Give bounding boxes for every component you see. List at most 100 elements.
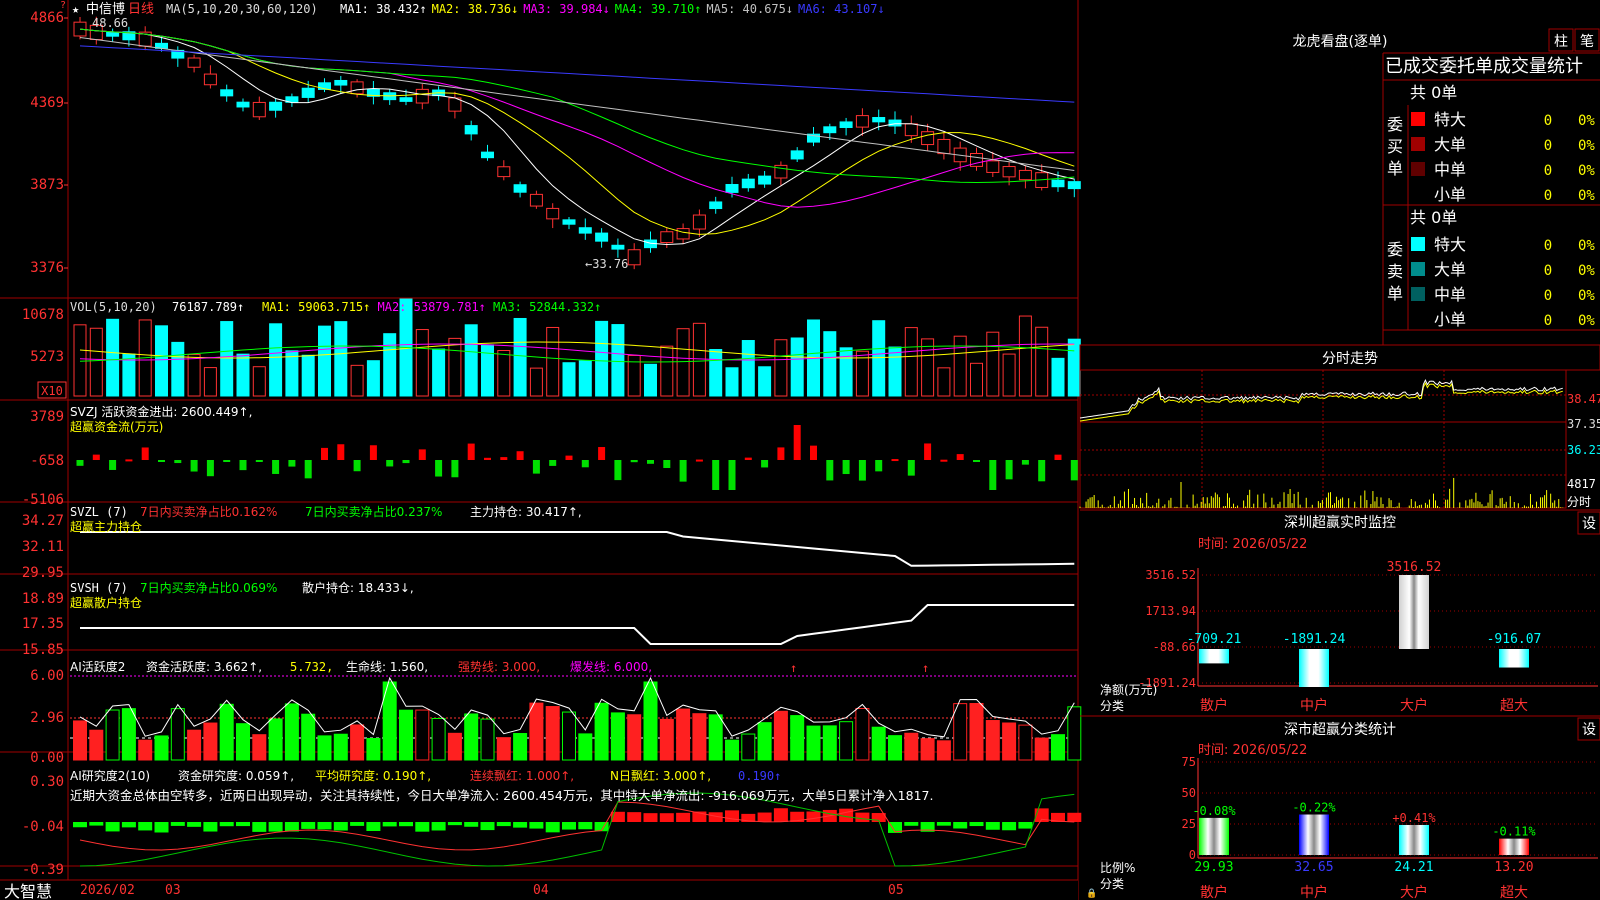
brand-label: 大智慧	[4, 882, 52, 900]
ma-value-5: MA5: 40.675↓	[706, 2, 793, 16]
sc-category-label: 大户	[1400, 884, 1428, 900]
activity-bar	[985, 720, 1000, 761]
activity-bar	[89, 729, 104, 761]
sc-ylabel: 比例%	[1100, 861, 1135, 875]
vol-value: 76187.789↑	[172, 300, 244, 314]
research-bar	[154, 822, 169, 833]
fund-flow-bar	[810, 445, 817, 460]
candle-body	[888, 119, 902, 127]
research-bar	[513, 822, 528, 828]
volume-bar	[774, 339, 788, 397]
candle-body	[611, 244, 625, 250]
volume-bar	[203, 367, 217, 397]
volume-bar	[415, 329, 429, 397]
vol-ma-value-1: MA1: 59063.715↑	[262, 300, 370, 314]
sell-order-row-count: 0	[1544, 263, 1552, 279]
research-bar	[447, 822, 462, 826]
buy-order-label-char: 委	[1387, 115, 1403, 134]
research-bar	[464, 822, 479, 827]
sell-order-row-name: 特大	[1434, 235, 1466, 254]
buy-order-color-swatch	[1411, 137, 1425, 151]
activity-bar	[464, 713, 479, 761]
buy-order-row-count: 0	[1544, 163, 1552, 179]
volume-bar	[823, 331, 837, 397]
sell-order-total: 共 0单	[1410, 208, 1457, 227]
activity-bar	[659, 718, 674, 761]
sc-axis-label: 50	[1182, 786, 1196, 800]
volume-bar	[155, 325, 168, 397]
research-bar	[562, 822, 576, 830]
research-bar	[627, 812, 642, 822]
buy-order-row-count: 0	[1544, 188, 1552, 204]
sc-bar-value: 13.20	[1494, 860, 1533, 875]
fund-flow-bar	[418, 449, 426, 460]
sz-time: 时间: 2026/05/22	[1198, 537, 1307, 552]
candle-body	[692, 214, 706, 230]
activity-bar	[154, 735, 169, 761]
sell-order-row-count: 0	[1544, 313, 1552, 329]
svzl-axis-label: 29.95	[22, 565, 64, 581]
candle-body	[790, 150, 804, 160]
sell-order-label-char: 单	[1387, 284, 1403, 303]
sell-order-row-pct: 0%	[1578, 313, 1595, 329]
sz-net-bar	[1399, 575, 1429, 650]
fund-flow-bar	[1038, 460, 1046, 482]
sell-order-row-name: 大单	[1434, 260, 1466, 279]
sz-net-bar	[1199, 649, 1229, 664]
activity-bar	[708, 714, 723, 761]
buy-order-color-swatch	[1411, 162, 1425, 176]
volume-bar	[301, 354, 315, 397]
research-bar	[855, 812, 870, 822]
fund-flow-bar	[1005, 460, 1013, 480]
activity-bar	[676, 708, 691, 761]
intraday-axis-label: 分时	[1567, 495, 1591, 509]
favorite-icon[interactable]: ★	[72, 2, 79, 16]
candle-body	[921, 131, 935, 146]
axis-month-03: 03	[165, 883, 181, 898]
research-bar	[138, 822, 153, 831]
sc-category-label: 超大	[1500, 885, 1528, 900]
buy-order-row-pct: 0%	[1578, 113, 1595, 129]
research-bar	[953, 822, 968, 829]
research-bar	[1067, 812, 1082, 822]
candle-body	[106, 31, 120, 37]
vol-unit[interactable]: X10	[41, 384, 63, 398]
ma-params: MA(5,10,20,30,60,120)	[166, 2, 318, 16]
vol-ma-value-3: MA3: 52844.332↑	[493, 300, 601, 314]
ai2-analysis-note: 近期大资金总体由空转多，近两日出现异动，关注其持续性，今日大单净流入: 2600…	[70, 788, 933, 803]
sell-order-color-swatch	[1411, 237, 1425, 251]
lock-icon[interactable]: 🔒	[1086, 888, 1097, 899]
volume-bar	[236, 353, 250, 397]
activity-bar	[953, 703, 968, 761]
svzj-axis-label: -5106	[22, 492, 64, 508]
vol-ma-value-2: MA2: 53879.781↑	[378, 300, 486, 314]
research-bar	[187, 822, 202, 827]
ai1-value-b: 5.732,	[290, 660, 333, 674]
ai2-axis-label: -0.04	[22, 819, 64, 835]
candle-body	[660, 231, 674, 244]
svsh-subtitle: 超赢散户持仓	[70, 595, 142, 610]
fund-flow-bar	[272, 460, 280, 474]
help-icon[interactable]: ?	[60, 0, 66, 11]
ai1-burst-line: 爆发线: 6.000,	[570, 659, 652, 674]
fund-flow-bar	[125, 459, 133, 462]
sell-order-row-pct: 0%	[1578, 288, 1595, 304]
buy-order-label-char: 买	[1387, 137, 1403, 156]
price-axis-label: 3873	[30, 177, 64, 193]
candle-body	[1051, 179, 1065, 188]
candle-body	[872, 117, 886, 123]
sz-bar-value: -709.21	[1187, 632, 1242, 647]
tick-mode-label: 笔	[1580, 34, 1594, 50]
fund-flow-bar	[549, 460, 557, 466]
candle-body	[986, 160, 1000, 173]
research-bar	[203, 822, 218, 832]
volume-bar	[1067, 338, 1081, 397]
volume-bar	[318, 325, 331, 397]
sz-category-label: 中户	[1300, 697, 1328, 714]
order-stats-title: 已成交委托单成交量统计	[1385, 56, 1583, 77]
research-bar	[676, 812, 691, 822]
activity-bar	[203, 722, 218, 761]
sc-bar-value: 24.21	[1394, 860, 1433, 875]
period-label[interactable]: 日线	[128, 2, 154, 17]
activity-bar	[496, 737, 511, 761]
